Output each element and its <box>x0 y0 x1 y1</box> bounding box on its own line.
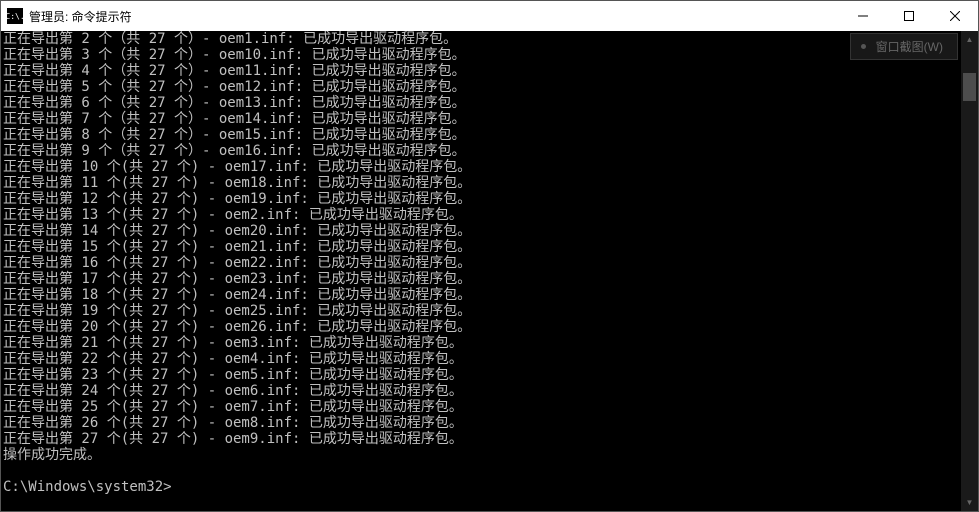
terminal-output[interactable]: 正在导出第 2 个（共 27 个）- oem1.inf: 已成功导出驱动程序包。… <box>1 31 961 511</box>
maximize-icon <box>904 11 914 21</box>
screenshot-tooltip[interactable]: 窗口截图(W) <box>850 33 958 60</box>
titlebar[interactable]: C:\. 管理员: 命令提示符 <box>1 1 978 31</box>
bullet-icon <box>861 44 866 49</box>
maximize-button[interactable] <box>886 1 932 31</box>
terminal-area: 正在导出第 2 个（共 27 个）- oem1.inf: 已成功导出驱动程序包。… <box>1 31 978 511</box>
scroll-thumb[interactable] <box>963 73 976 101</box>
app-icon: C:\. <box>7 8 23 24</box>
vertical-scrollbar[interactable]: ▲ ▼ <box>961 31 978 511</box>
close-button[interactable] <box>932 1 978 31</box>
scroll-up-icon[interactable]: ▲ <box>961 31 978 48</box>
window-title: 管理员: 命令提示符 <box>29 8 840 25</box>
close-icon <box>950 11 960 21</box>
command-prompt-window: C:\. 管理员: 命令提示符 正在导出第 2 个（共 27 个）- oem1.… <box>0 0 979 512</box>
minimize-button[interactable] <box>840 1 886 31</box>
tooltip-label: 窗口截图(W) <box>876 38 943 55</box>
scroll-down-icon[interactable]: ▼ <box>961 494 978 511</box>
minimize-icon <box>858 11 868 21</box>
window-controls <box>840 1 978 31</box>
